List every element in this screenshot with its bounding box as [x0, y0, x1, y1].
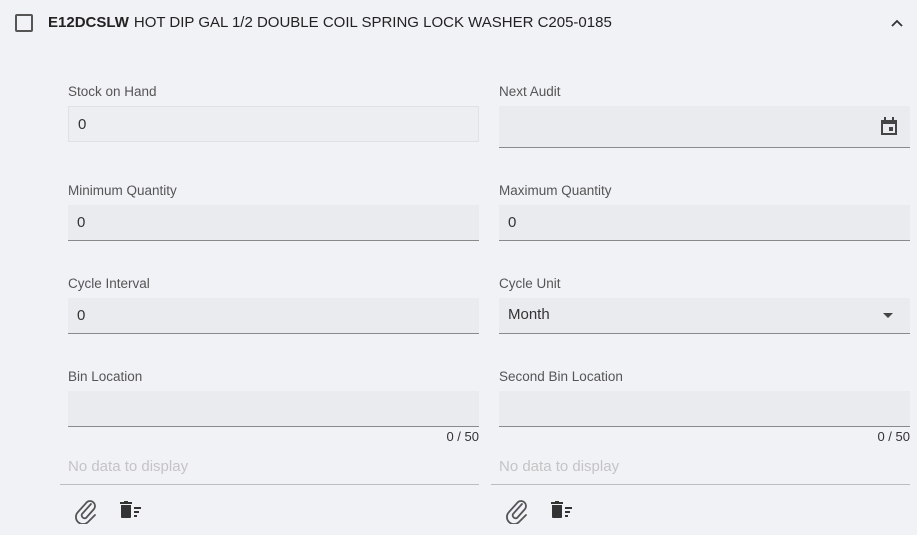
cycle-unit-label: Cycle Unit — [499, 276, 561, 291]
next-audit-input[interactable] — [499, 106, 910, 148]
paperclip-icon[interactable] — [74, 498, 98, 524]
minimum-quantity-value: 0 — [77, 214, 86, 231]
attachments-divider — [60, 484, 479, 485]
maximum-quantity-input[interactable]: 0 — [499, 205, 910, 241]
select-item-checkbox[interactable] — [15, 14, 33, 32]
attachments-empty-text: No data to display — [68, 458, 189, 475]
maximum-quantity-value: 0 — [508, 214, 517, 231]
second-bin-location-label: Second Bin Location — [499, 369, 623, 384]
stock-on-hand-field: 0 — [68, 106, 479, 142]
bin-location-input[interactable] — [68, 391, 479, 427]
stock-on-hand-label: Stock on Hand — [68, 84, 157, 99]
cycle-interval-label: Cycle Interval — [68, 276, 150, 291]
cycle-unit-select[interactable]: Month — [499, 298, 910, 334]
bin-location-label: Bin Location — [68, 369, 143, 384]
maximum-quantity-label: Maximum Quantity — [499, 183, 612, 198]
stock-on-hand-value: 0 — [78, 116, 87, 133]
caret-down-icon[interactable] — [883, 313, 893, 319]
minimum-quantity-label: Minimum Quantity — [68, 183, 177, 198]
right-column: Next Audit Maximum Quantity 0 Cycle Unit… — [491, 0, 910, 535]
delete-sweep-icon[interactable] — [551, 501, 573, 519]
attachments-empty-text: No data to display — [499, 458, 620, 475]
second-bin-location-counter: 0 / 50 — [877, 429, 910, 444]
cycle-interval-input[interactable]: 0 — [68, 298, 479, 334]
second-bin-location-input[interactable] — [499, 391, 910, 427]
calendar-icon[interactable] — [879, 117, 899, 137]
cycle-unit-value: Month — [508, 306, 550, 323]
left-column: Stock on Hand 0 Minimum Quantity 0 Cycle… — [60, 0, 479, 535]
paperclip-icon[interactable] — [505, 498, 529, 524]
next-audit-label: Next Audit — [499, 84, 561, 99]
minimum-quantity-input[interactable]: 0 — [68, 205, 479, 241]
bin-location-counter: 0 / 50 — [446, 429, 479, 444]
delete-sweep-icon[interactable] — [120, 501, 142, 519]
attachments-divider — [491, 484, 910, 485]
cycle-interval-value: 0 — [77, 307, 86, 324]
